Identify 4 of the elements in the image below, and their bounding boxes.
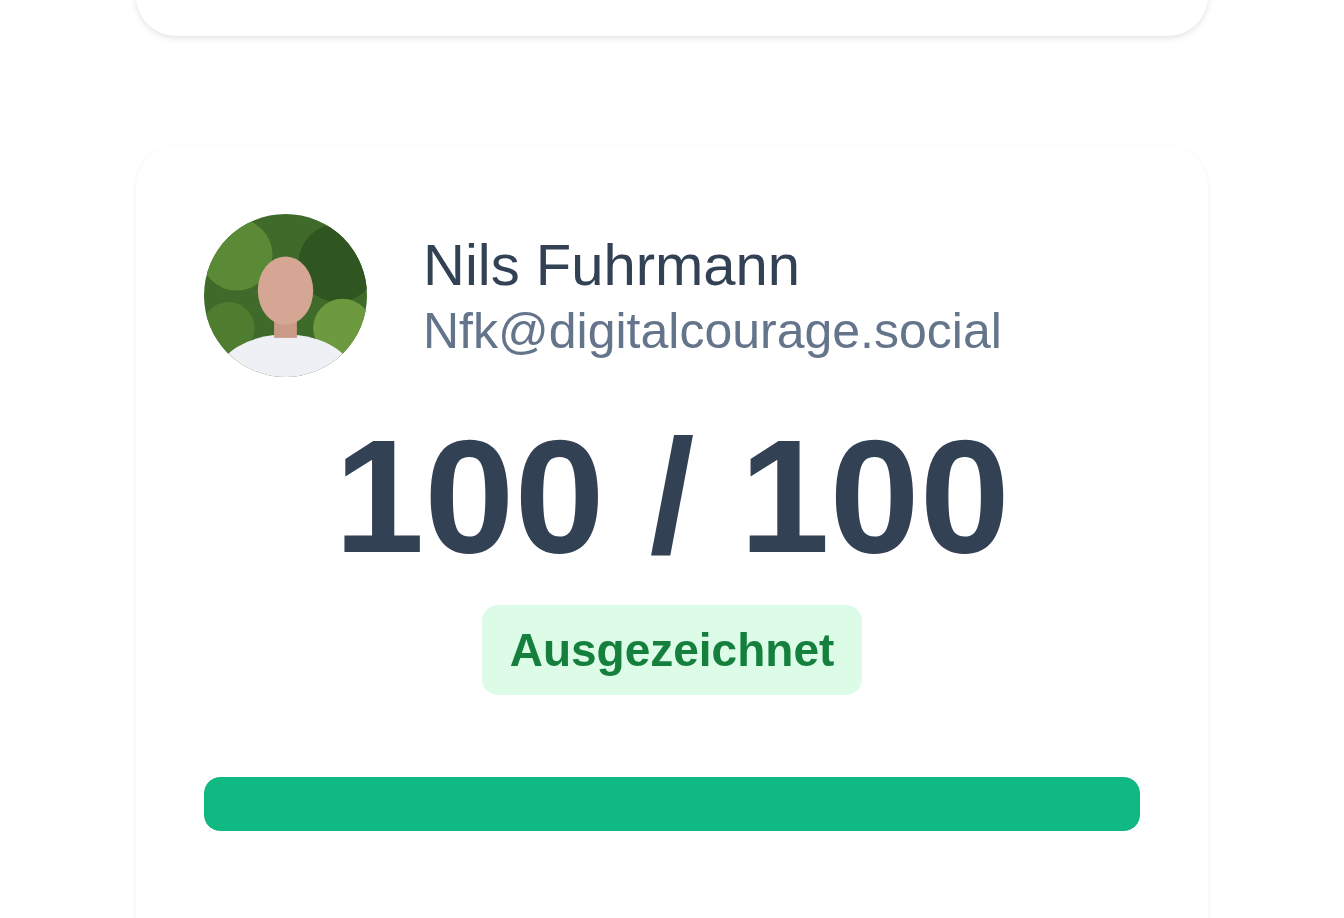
score-value: 100 / 100 — [333, 411, 1011, 582]
user-handle: Nfk@digitalcourage.social — [423, 302, 1002, 360]
user-name: Nils Fuhrmann — [423, 231, 802, 298]
rating-badge: Ausgezeichnet — [481, 605, 863, 696]
